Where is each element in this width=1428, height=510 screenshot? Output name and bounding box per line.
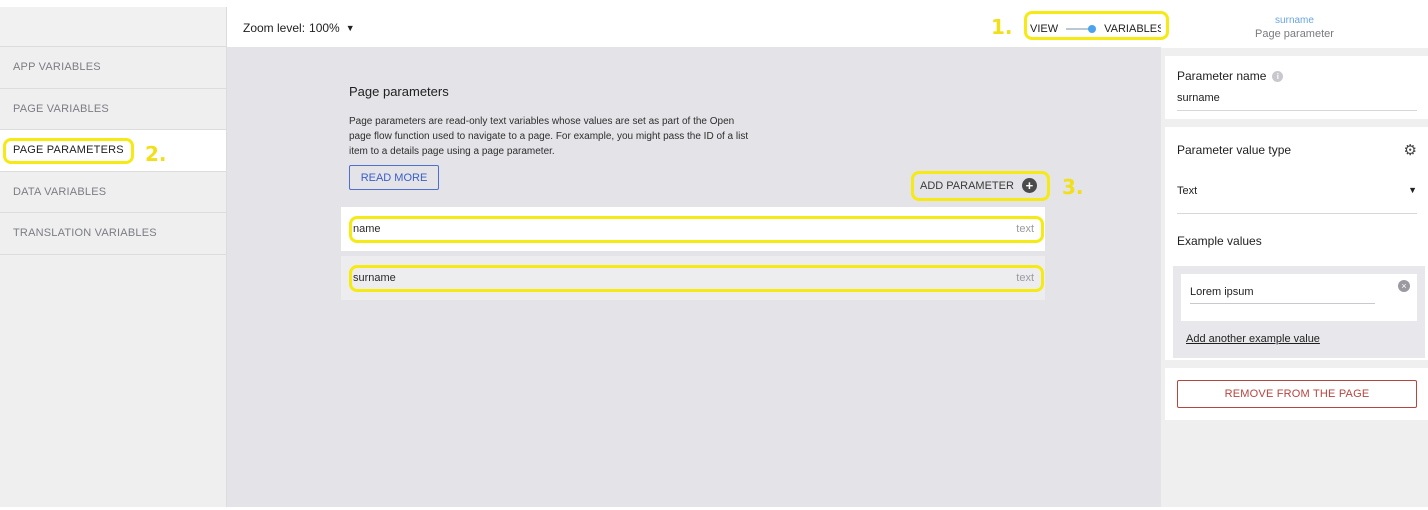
- annotation-number-3: 3.: [1062, 175, 1084, 199]
- example-values-box: Lorem ipsum × Add another example value: [1173, 266, 1425, 358]
- parameter-name-card: Parameter name i surname: [1165, 56, 1428, 119]
- properties-panel: surname Page parameter Parameter name i …: [1161, 7, 1428, 507]
- sidebar-item-page-variables[interactable]: PAGE VARIABLES: [0, 89, 226, 130]
- annotation-number-1: 1.: [991, 15, 1013, 39]
- sidebar-item-label: PAGE PARAMETERS: [13, 144, 124, 157]
- caret-down-icon: ▼: [1408, 185, 1417, 195]
- sidebar-item-data-variables[interactable]: DATA VARIABLES: [0, 172, 226, 213]
- sidebar-header: [0, 7, 226, 47]
- sidebar-item-page-parameters[interactable]: PAGE PARAMETERS: [0, 130, 226, 172]
- zoom-label: Zoom level:: [243, 21, 306, 35]
- toggle-view-label: VIEW: [1030, 23, 1059, 35]
- parameter-name: surname: [353, 272, 396, 284]
- clear-icon[interactable]: ×: [1398, 280, 1410, 292]
- sidebar-item-label: DATA VARIABLES: [13, 185, 107, 198]
- sidebar-item-label: TRANSLATION VARIABLES: [13, 227, 157, 240]
- sidebar-item-app-variables[interactable]: APP VARIABLES: [0, 47, 226, 89]
- parameter-name-label: Parameter name: [1177, 69, 1267, 83]
- parameter-row-surname[interactable]: surname text: [341, 256, 1045, 300]
- add-parameter-label: ADD PARAMETER: [920, 179, 1014, 192]
- remove-from-page-button[interactable]: REMOVE FROM THE PAGE: [1177, 380, 1417, 408]
- parameter-value-card: Parameter value type ⚙ Text ▼ Example va…: [1165, 127, 1428, 360]
- example-values-label: Example values: [1177, 234, 1262, 248]
- add-example-value-link[interactable]: Add another example value: [1186, 333, 1417, 345]
- parameter-row-name[interactable]: name text: [341, 207, 1045, 251]
- example-value-input[interactable]: Lorem ipsum: [1190, 286, 1375, 304]
- parameter-name-heading: Parameter name i: [1177, 69, 1417, 83]
- panel-header: surname Page parameter: [1161, 7, 1428, 48]
- gear-icon[interactable]: ⚙: [1404, 141, 1417, 159]
- read-more-button[interactable]: READ MORE: [349, 165, 439, 190]
- parameter-type: text: [1016, 272, 1034, 284]
- view-variables-toggle[interactable]: VIEW VARIABLES: [1025, 16, 1168, 42]
- plus-circle-icon: +: [1021, 178, 1037, 193]
- zoom-dropdown[interactable]: Zoom level: 100% ▼: [243, 21, 355, 35]
- value-type-select[interactable]: Text ▼: [1177, 181, 1417, 214]
- caret-down-icon: ▼: [345, 23, 355, 33]
- parameter-name: name: [353, 223, 381, 235]
- toggle-knob: [1088, 25, 1097, 33]
- variables-sidebar: APP VARIABLES PAGE VARIABLES PAGE PARAME…: [0, 7, 227, 507]
- value-type-label: Parameter value type: [1177, 143, 1292, 157]
- info-icon[interactable]: i: [1272, 70, 1284, 82]
- add-parameter-button[interactable]: ADD PARAMETER +: [920, 178, 1037, 193]
- sidebar-item-translation-variables[interactable]: TRANSLATION VARIABLES: [0, 213, 226, 255]
- page-title: Page parameters: [349, 84, 449, 99]
- app-root: APP VARIABLES PAGE VARIABLES PAGE PARAME…: [0, 0, 1428, 510]
- main-canvas: Page parameters Page parameters are read…: [227, 48, 1161, 507]
- selected-parameter-kind: Page parameter: [1255, 28, 1334, 40]
- annotation-number-2: 2.: [145, 142, 167, 166]
- sidebar-item-label: PAGE VARIABLES: [13, 102, 109, 115]
- value-type-heading: Parameter value type ⚙: [1177, 141, 1417, 159]
- sidebar-item-label: APP VARIABLES: [13, 61, 101, 74]
- toggle-switch[interactable]: [1066, 23, 1097, 35]
- parameter-name-input[interactable]: surname: [1177, 92, 1417, 111]
- remove-card: REMOVE FROM THE PAGE: [1165, 368, 1428, 420]
- value-type-selected: Text: [1177, 185, 1198, 197]
- page-description: Page parameters are read-only text varia…: [349, 116, 749, 157]
- selected-parameter-name: surname: [1275, 15, 1314, 26]
- toggle-variables-label: VARIABLES: [1104, 23, 1165, 35]
- zoom-value: 100%: [309, 21, 340, 35]
- canvas-toolbar: Zoom level: 100% ▼ VIEW VARIABLES: [227, 7, 1164, 48]
- parameter-type: text: [1016, 223, 1034, 235]
- example-value-item: Lorem ipsum ×: [1181, 274, 1417, 321]
